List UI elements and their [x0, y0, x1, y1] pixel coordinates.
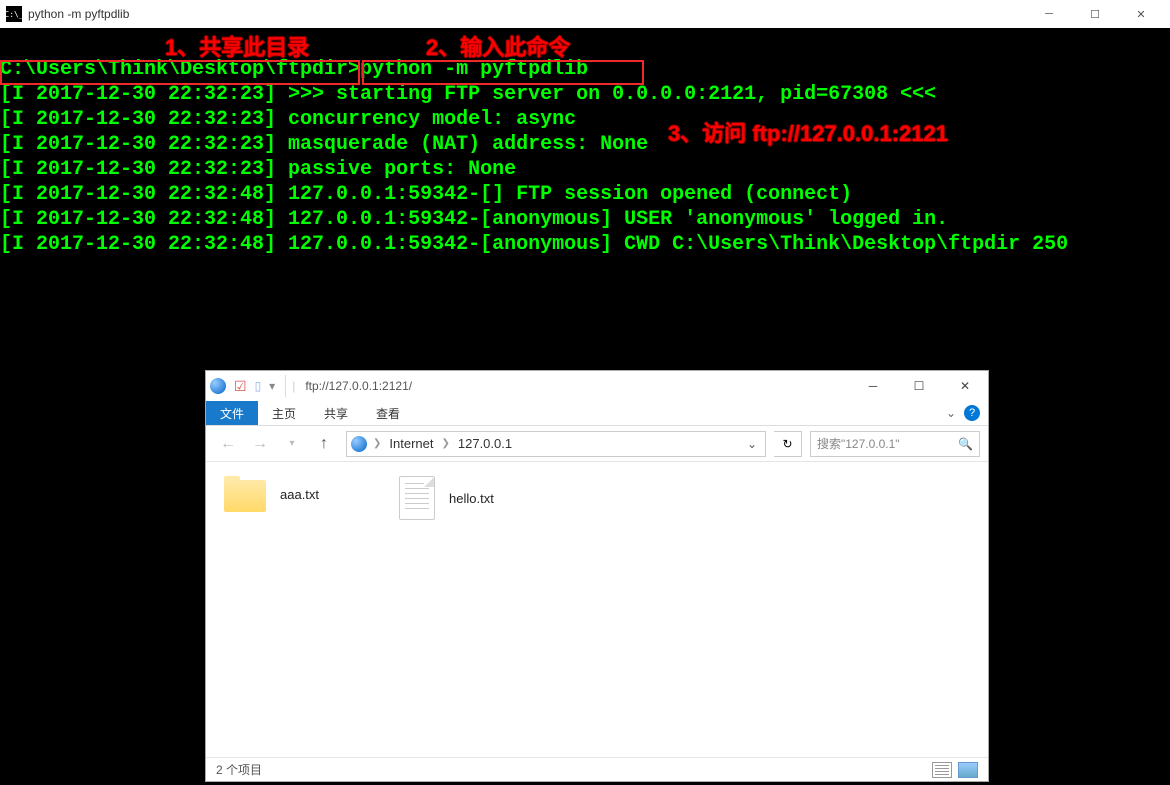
folder-icon: [224, 476, 266, 512]
log-line: [I 2017-12-30 22:32:23] masquerade (NAT)…: [0, 133, 648, 156]
chevron-right-icon[interactable]: ❯: [373, 438, 381, 449]
cmd-title: python -m pyftpdlib: [28, 7, 129, 21]
explorer-window: ☑ ▯ ▾ | ftp://127.0.0.1:2121/ ─ ☐ ✕ 文件 主…: [205, 370, 989, 782]
address-dropdown-icon[interactable]: ⌄: [747, 437, 761, 451]
maximize-button[interactable]: ☐: [1072, 0, 1118, 28]
file-item[interactable]: hello.txt: [399, 476, 494, 520]
text-file-icon: [399, 476, 435, 520]
explorer-maximize-button[interactable]: ☐: [896, 371, 942, 401]
breadcrumb-root[interactable]: Internet: [387, 436, 435, 451]
log-line: [I 2017-12-30 22:32:23] concurrency mode…: [0, 108, 576, 131]
help-icon[interactable]: ?: [964, 405, 980, 421]
status-bar: 2 个项目: [206, 757, 988, 781]
network-icon: [210, 378, 226, 394]
back-button[interactable]: ←: [214, 430, 242, 458]
tab-home[interactable]: 主页: [258, 401, 310, 425]
chevron-right-icon[interactable]: ❯: [441, 438, 449, 449]
cmd-titlebar: C:\_ python -m pyftpdlib ─ ☐ ✕: [0, 0, 1170, 28]
minimize-button[interactable]: ─: [1026, 0, 1072, 28]
expand-ribbon-icon[interactable]: ⌄: [946, 406, 956, 420]
search-icon: 🔍: [958, 437, 973, 451]
file-item[interactable]: aaa.txt: [224, 476, 319, 512]
log-line: [I 2017-12-30 22:32:48] 127.0.0.1:59342-…: [0, 208, 948, 231]
explorer-title-path: ftp://127.0.0.1:2121/: [305, 379, 850, 393]
log-line: [I 2017-12-30 22:32:23] >>> starting FTP…: [0, 83, 936, 106]
breadcrumb-host[interactable]: 127.0.0.1: [456, 436, 514, 451]
log-line: [I 2017-12-30 22:32:48] 127.0.0.1:59342-…: [0, 183, 852, 206]
file-name: hello.txt: [449, 491, 494, 506]
quick-access-toolbar: ☑ ▯ ▾: [210, 375, 286, 397]
ribbon-tabs: 文件 主页 共享 查看 ⌄ ?: [206, 401, 988, 426]
checkbox-icon[interactable]: ☑: [234, 378, 247, 395]
tab-view[interactable]: 查看: [362, 401, 414, 425]
cmd-icon: C:\_: [6, 6, 22, 22]
view-tiles-button[interactable]: [958, 762, 978, 778]
explorer-minimize-button[interactable]: ─: [850, 371, 896, 401]
search-input[interactable]: 搜索"127.0.0.1" 🔍: [810, 431, 980, 457]
refresh-button[interactable]: ↻: [774, 431, 802, 457]
dropdown-icon[interactable]: ▾: [269, 379, 275, 393]
address-icon: [351, 436, 367, 452]
explorer-titlebar: ☑ ▯ ▾ | ftp://127.0.0.1:2121/ ─ ☐ ✕: [206, 371, 988, 401]
address-bar[interactable]: ❯ Internet ❯ 127.0.0.1 ⌄: [346, 431, 766, 457]
navigation-bar: ← → ▾ ↑ ❯ Internet ❯ 127.0.0.1 ⌄ ↻ 搜索"12…: [206, 426, 988, 462]
folder-new-icon[interactable]: ▯: [255, 379, 262, 393]
prompt-path: C:\Users\Think\Desktop\ftpdir>: [0, 58, 360, 81]
file-name: aaa.txt: [280, 487, 319, 502]
up-button[interactable]: ↑: [310, 430, 338, 458]
history-dropdown[interactable]: ▾: [278, 430, 306, 458]
close-button[interactable]: ✕: [1118, 0, 1164, 28]
file-list[interactable]: aaa.txt hello.txt: [206, 462, 988, 757]
log-line: [I 2017-12-30 22:32:48] 127.0.0.1:59342-…: [0, 233, 1068, 256]
log-line: [I 2017-12-30 22:32:23] passive ports: N…: [0, 158, 516, 181]
forward-button[interactable]: →: [246, 430, 274, 458]
terminal-output[interactable]: C:\Users\Think\Desktop\ftpdir>python -m …: [0, 28, 1170, 261]
status-text: 2 个项目: [216, 761, 262, 778]
view-details-button[interactable]: [932, 762, 952, 778]
prompt-command: python -m pyftpdlib: [360, 58, 588, 81]
explorer-close-button[interactable]: ✕: [942, 371, 988, 401]
tab-file[interactable]: 文件: [206, 401, 258, 425]
search-placeholder: 搜索"127.0.0.1": [817, 435, 900, 452]
tab-share[interactable]: 共享: [310, 401, 362, 425]
